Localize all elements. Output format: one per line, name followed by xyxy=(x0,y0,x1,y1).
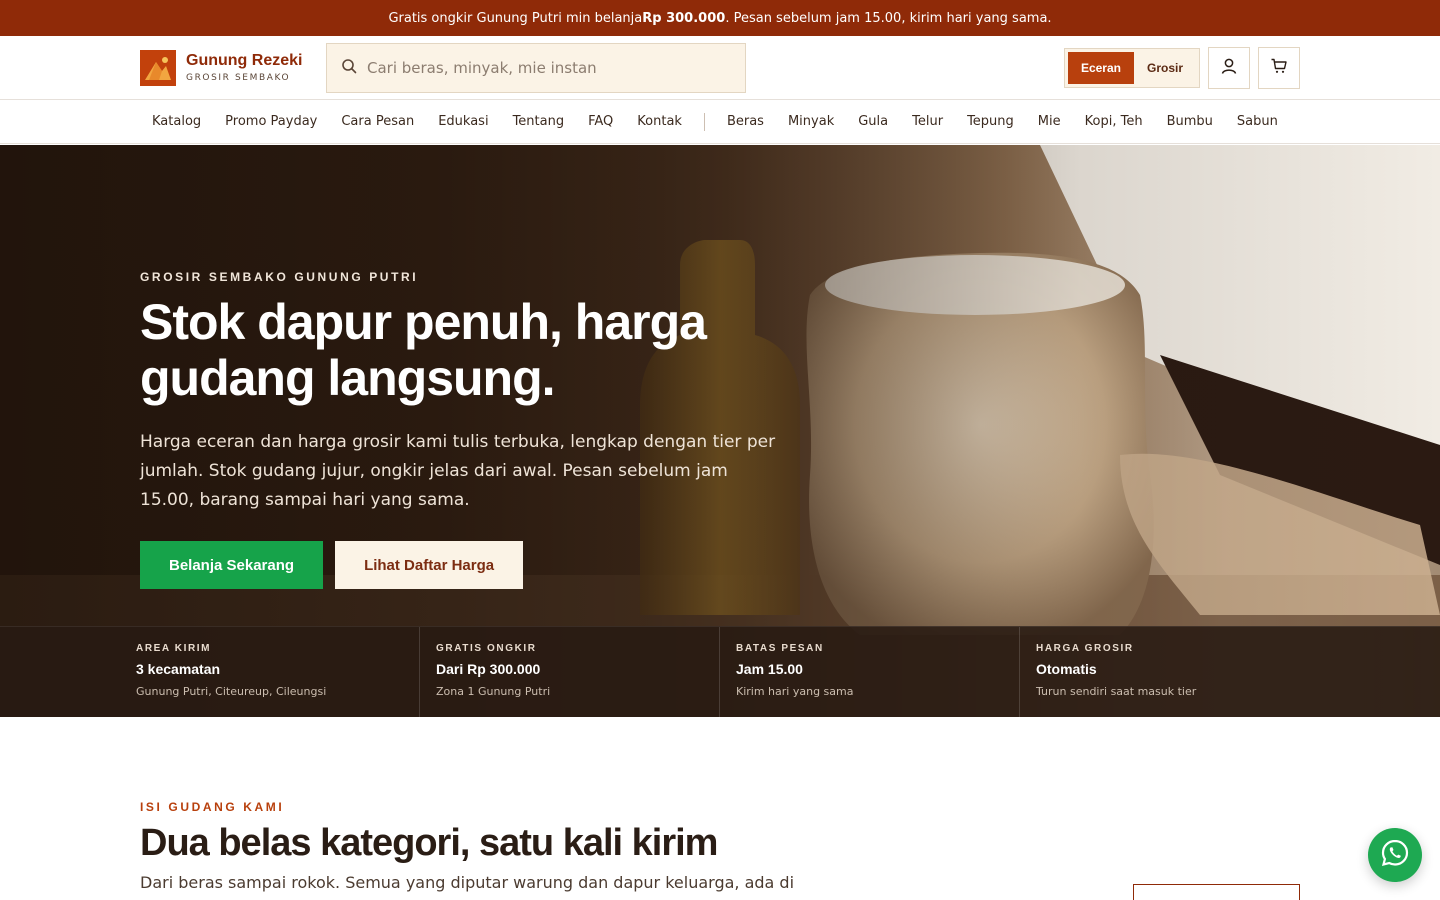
site-header: Gunung Rezeki GROSIR SEMBAKO Eceran Gros… xyxy=(0,36,1440,100)
main-navigation: Katalog Promo Payday Cara Pesan Edukasi … xyxy=(0,100,1440,144)
nav-link-cara-pesan[interactable]: Cara Pesan xyxy=(329,114,426,129)
stat-order-cutoff: BATAS PESAN Jam 15.00 Kirim hari yang sa… xyxy=(720,627,1020,717)
category-link-telur[interactable]: Telur xyxy=(900,114,955,129)
category-link-bumbu[interactable]: Bumbu xyxy=(1155,114,1225,129)
hero-title-line-1: Stok dapur penuh, harga xyxy=(140,294,707,350)
nav-divider xyxy=(703,112,705,131)
section-description: Dari beras sampai rokok. Semua yang dipu… xyxy=(140,873,795,892)
category-link-mie[interactable]: Mie xyxy=(1026,114,1073,129)
announcement-amount: Rp 300.000 xyxy=(642,10,726,26)
brand-tagline: GROSIR SEMBAKO xyxy=(186,72,291,83)
cart-icon xyxy=(1270,57,1288,79)
nav-link-tentang[interactable]: Tentang xyxy=(501,114,577,129)
stat-value: Otomatis xyxy=(1036,661,1097,677)
stat-note: Gunung Putri, Citeureup, Cileungsi xyxy=(136,685,327,698)
stat-note: Turun sendiri saat masuk tier xyxy=(1036,685,1197,698)
category-link-gula[interactable]: Gula xyxy=(846,114,900,129)
shop-now-button[interactable]: Belanja Sekarang xyxy=(140,541,324,589)
stat-label: GRATIS ONGKIR xyxy=(436,643,537,654)
stat-value: Jam 15.00 xyxy=(736,661,803,677)
categories-section: ISI GUDANG KAMI Dua belas kategori, satu… xyxy=(140,800,1300,900)
search-bar xyxy=(326,42,746,93)
cart-button[interactable] xyxy=(1258,46,1300,89)
category-link-tepung[interactable]: Tepung xyxy=(955,114,1026,129)
header-actions: Eceran Grosir xyxy=(1063,46,1300,89)
hero-actions: Belanja Sekarang Lihat Daftar Harga xyxy=(140,541,800,589)
stat-note: Zona 1 Gunung Putri xyxy=(436,685,551,698)
stat-free-shipping: GRATIS ONGKIR Dari Rp 300.000 Zona 1 Gun… xyxy=(420,627,720,717)
search-input[interactable] xyxy=(367,58,731,77)
nav-link-promo-payday[interactable]: Promo Payday xyxy=(213,114,329,129)
nav-link-katalog[interactable]: Katalog xyxy=(140,114,213,129)
nav-link-faq[interactable]: FAQ xyxy=(576,114,625,129)
stat-wholesale-price: HARGA GROSIR Otomatis Turun sendiri saat… xyxy=(1020,627,1320,717)
hero-eyebrow: GROSIR SEMBAKO GUNUNG PUTRI xyxy=(140,270,419,284)
hero-description: Harga eceran dan harga grosir kami tulis… xyxy=(140,432,776,510)
user-icon xyxy=(1220,57,1238,79)
brand-name: Gunung Rezeki xyxy=(186,52,303,70)
announcement-bar: Gratis ongkir Gunung Putri min belanja R… xyxy=(0,0,1440,36)
brand-logo[interactable]: Gunung Rezeki GROSIR SEMBAKO xyxy=(140,49,326,86)
search-icon xyxy=(341,58,357,78)
stat-label: HARGA GROSIR xyxy=(1036,643,1134,654)
retail-mode-button[interactable]: Eceran xyxy=(1067,51,1134,84)
announcement-text-after: . Pesan sebelum jam 15.00, kirim hari ya… xyxy=(725,10,1052,26)
stat-value: 3 kecamatan xyxy=(136,661,221,677)
stat-delivery-area: AREA KIRIM 3 kecamatan Gunung Putri, Cit… xyxy=(120,627,420,717)
hero-content: GROSIR SEMBAKO GUNUNG PUTRI Stok dapur p… xyxy=(140,270,800,589)
nav-link-kontak[interactable]: Kontak xyxy=(625,114,694,129)
account-button[interactable] xyxy=(1208,46,1250,89)
hero-title: Stok dapur penuh, harga gudang langsung. xyxy=(140,294,800,406)
hero-title-line-2: gudang langsung. xyxy=(140,350,556,406)
section-eyebrow: ISI GUDANG KAMI xyxy=(140,800,285,814)
price-mode-toggle: Eceran Grosir xyxy=(1063,47,1200,88)
whatsapp-icon xyxy=(1379,837,1411,873)
stat-value: Dari Rp 300.000 xyxy=(436,661,541,677)
section-title: Dua belas kategori, satu kali kirim xyxy=(140,822,718,864)
stat-label: AREA KIRIM xyxy=(136,643,212,654)
stat-note: Kirim hari yang sama xyxy=(736,685,854,698)
see-all-categories-button[interactable] xyxy=(1133,884,1300,900)
category-link-kopi-teh[interactable]: Kopi, Teh xyxy=(1073,114,1155,129)
wholesale-mode-button[interactable]: Grosir xyxy=(1134,52,1196,84)
logo-mark-icon xyxy=(140,49,176,86)
category-link-beras[interactable]: Beras xyxy=(715,114,776,129)
whatsapp-chat-button[interactable] xyxy=(1368,828,1422,882)
stat-label: BATAS PESAN xyxy=(736,643,824,654)
nav-link-edukasi[interactable]: Edukasi xyxy=(426,114,500,129)
price-list-button[interactable]: Lihat Daftar Harga xyxy=(335,541,524,589)
hero-section: GROSIR SEMBAKO GUNUNG PUTRI Stok dapur p… xyxy=(0,145,1440,717)
announcement-text: Gratis ongkir Gunung Putri min belanja xyxy=(388,10,643,26)
category-link-sabun[interactable]: Sabun xyxy=(1225,114,1290,129)
category-link-minyak[interactable]: Minyak xyxy=(776,114,846,129)
hero-stats-bar: AREA KIRIM 3 kecamatan Gunung Putri, Cit… xyxy=(0,626,1440,717)
